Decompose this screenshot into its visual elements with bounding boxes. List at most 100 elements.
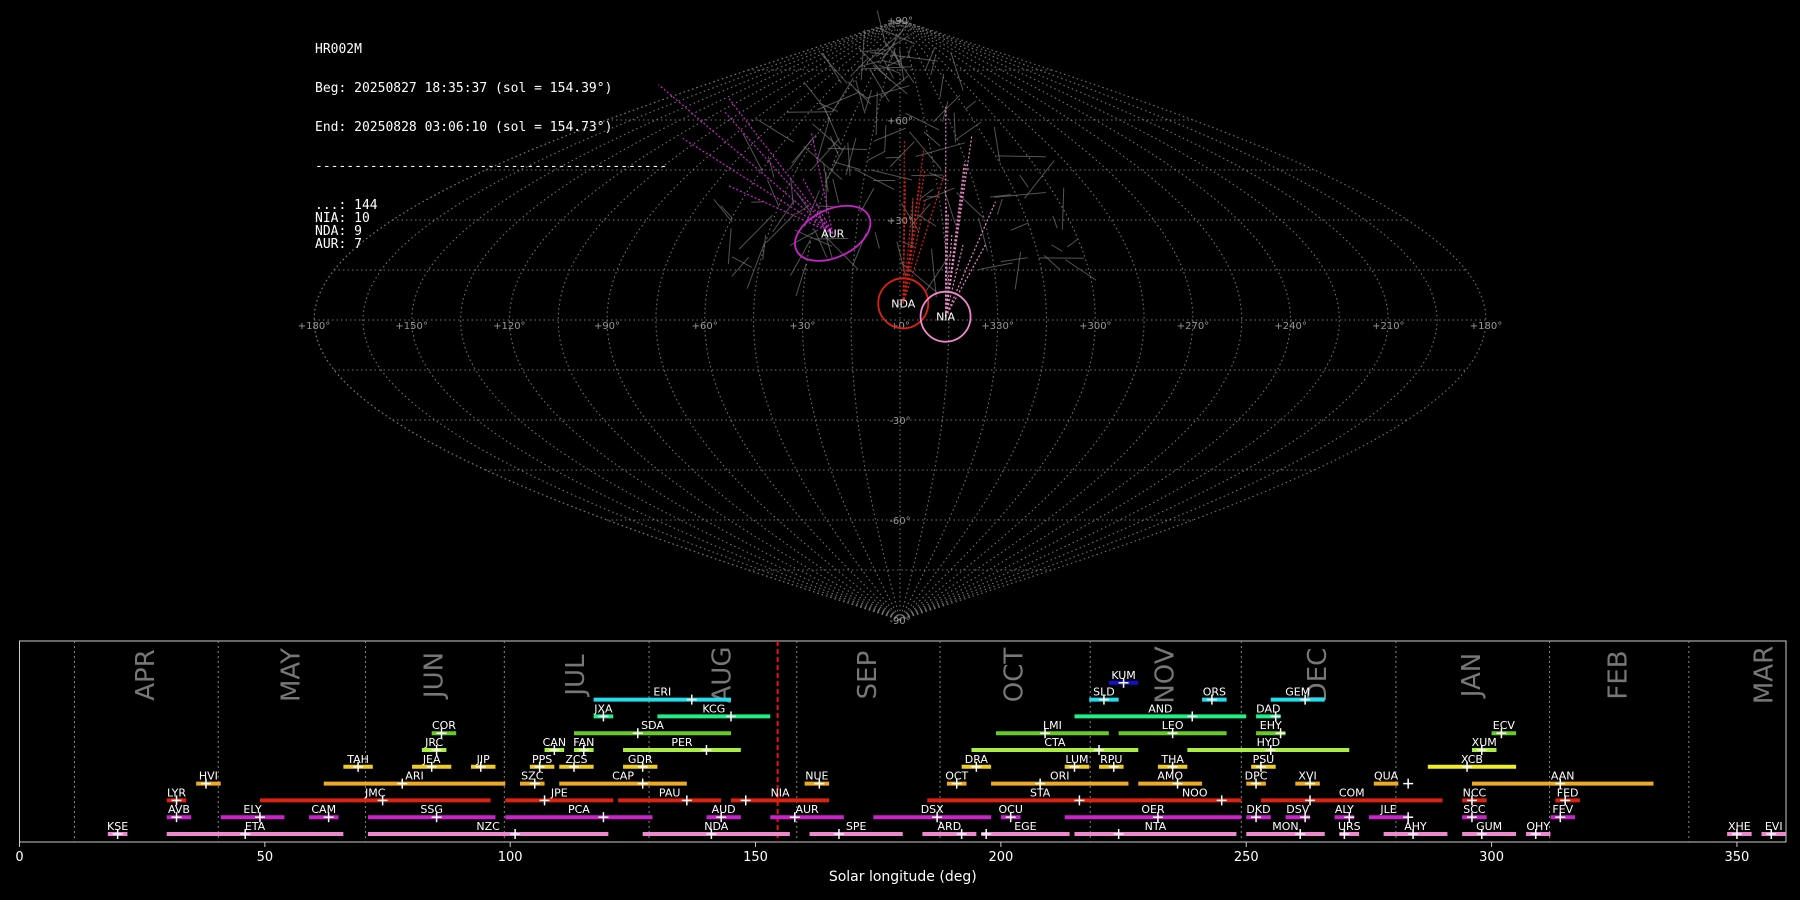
month-label: SEP [853,651,883,700]
shower-bar-pca: PCA [505,803,653,823]
month-label: FEB [1604,650,1634,699]
shower-label: DSX [921,803,944,816]
shower-label: ORI [1050,770,1070,783]
shower-label: NCC [1463,786,1487,799]
shower-label: SSG [420,803,443,816]
shower-label: JXA [593,702,613,715]
shower-label: COM [1339,786,1365,799]
shower-bar-ors: ORS [1202,686,1227,705]
shower-label: AVB [168,803,190,816]
shower-label: ARD [938,820,962,833]
shower-label: NZC [476,820,500,833]
shower-bar-dpc: DPC [1245,770,1268,789]
shower-label: FAN [573,736,594,749]
shower-bar-ohy: OHY [1525,820,1551,839]
shower-bar-jpe: JPE [505,786,614,806]
shower-label: RPU [1100,753,1122,766]
shower-label: NOO [1182,786,1208,799]
shower-label: JEA [422,753,441,766]
shower-label: MON [1272,820,1298,833]
shower-label: ECV [1493,719,1516,732]
month-label: OCT [1000,648,1030,703]
shower-label: KCG [702,702,725,715]
shower-label: HVI [199,770,218,783]
shower-label: DKD [1246,803,1270,816]
shower-bar-qua: QUA [1373,770,1414,789]
shower-label: GEM [1285,686,1310,699]
shower-label: SLD [1093,686,1115,699]
x-tick-label: 100 [498,850,523,865]
shower-bar-jmc: JMC [259,786,491,806]
shower-label: LUM [1065,753,1088,766]
shower-label: XHE [1728,820,1751,833]
shower-bar-gum: GUM [1462,820,1517,839]
x-tick-label: 350 [1725,850,1750,865]
shower-bar-aur: AUR [770,803,844,823]
x-axis-label: Solar longitude (deg) [829,869,977,885]
x-tick-label: 250 [1234,850,1259,865]
shower-label: SCC [1463,803,1486,816]
shower-label: PAU [659,786,681,799]
shower-bar-avb: AVB [166,803,192,823]
shower-bar-evi: EVI [1761,820,1786,839]
shower-label: ARI [405,770,423,783]
timeline-chart: APR MAY JUN JUL AUG SEP OCT NOV DEC JAN FEB MARKUME… [15,640,1787,885]
shower-label: AAN [1551,770,1575,783]
shower-label: PCA [568,803,590,816]
shower-label: DPC [1245,770,1268,783]
shower-label: AUD [712,803,736,816]
shower-label: SDA [641,719,664,732]
shower-bar-nzc: NZC [367,820,609,839]
x-tick-label: 300 [1479,850,1504,865]
shower-label: CAM [311,803,336,816]
shower-label: GUM [1476,820,1502,833]
shower-bar-mon: MON [1246,820,1325,839]
shower-label: QUA [1374,770,1399,783]
shower-bar-dkd: DKD [1246,803,1271,823]
shower-label: EGE [1014,820,1036,833]
shower-bar-ege: EGE [981,820,1070,839]
shower-label: DSV [1286,803,1309,816]
x-tick-label: 200 [988,850,1013,865]
shower-label: AUR [795,803,819,816]
month-label: MAY [276,648,306,702]
shower-label: JMC [364,786,386,799]
shower-label: LEO [1162,719,1184,732]
shower-label: STA [1030,786,1051,799]
shower-bar-oct: OCT [945,770,969,789]
shower-label: PER [671,736,693,749]
month-label: AUG [707,647,737,704]
shower-bar-cam: CAM [309,803,339,823]
shower-bar-kcg: KCG [657,702,771,722]
shower-bar-fev: FEV [1550,803,1576,823]
shower-label: PSU [1253,753,1275,766]
shower-bar-hvi: HVI [196,770,221,789]
shower-label: ELY [243,803,262,816]
shower-label: ORS [1203,686,1226,699]
shower-label: AND [1148,702,1172,715]
shower-label: OHY [1526,820,1550,833]
shower-label: JPE [550,786,568,799]
shower-bar-urs: URS [1338,820,1361,839]
shower-bar-dsx: DSX [873,803,992,823]
shower-label: AMO [1157,770,1183,783]
shower-label: EHY [1260,719,1282,732]
shower-label: AHY [1404,820,1427,833]
shower-bar-tah: TAH [343,753,373,772]
shower-label: URS [1338,820,1361,833]
x-tick-label: 0 [15,850,23,865]
month-label: JAN [1457,653,1487,699]
shower-label: XVI [1298,770,1316,783]
shower-label: GDR [628,753,653,766]
shower-bar-eta: ETA [166,820,344,839]
shower-label: PPS [532,753,552,766]
shower-bar-sta: STA [927,786,1154,806]
shower-bar-and: AND [1074,702,1247,722]
shower-bar-ahy: AHY [1383,820,1448,839]
shower-bar-nta: NTA [1074,820,1237,839]
shower-label: XUM [1472,736,1497,749]
shower-label: CAN [543,736,566,749]
shower-label: ALY [1335,803,1354,816]
x-tick-label: 150 [743,850,768,865]
shower-bar-zcs: ZCS [559,753,594,772]
